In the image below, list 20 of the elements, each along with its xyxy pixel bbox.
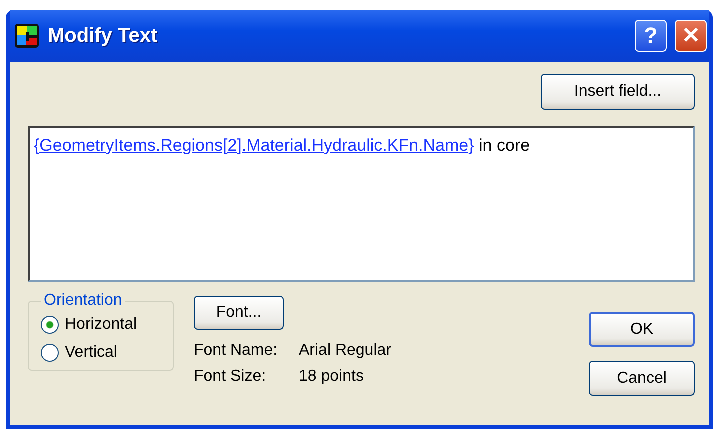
window-title: Modify Text [48, 24, 158, 48]
radio-option[interactable]: Vertical [41, 344, 161, 362]
info-label: Font Size: [194, 368, 268, 386]
help-button[interactable]: ? [635, 20, 667, 52]
info-value: 18 points [299, 368, 364, 386]
group-title: Orientation [43, 292, 124, 310]
editor-text: in core [479, 136, 530, 155]
field-link[interactable]: {GeometryItems.Regions[2].Material.Hydraulic.KFn.Name} [34, 136, 474, 155]
radio-option[interactable]: Horizontal [41, 316, 161, 334]
app-icon [14, 23, 40, 49]
info-label: Font Name: [194, 342, 279, 360]
close-button[interactable]: ✕ [675, 20, 707, 52]
ok-button[interactable]: OK [589, 312, 695, 347]
info-value: Arial Regular [299, 342, 392, 360]
cancel-button[interactable]: Cancel [589, 361, 695, 396]
font-button[interactable]: Font... [194, 296, 284, 330]
radio-button[interactable] [41, 316, 59, 334]
insert-field-button[interactable]: Insert field... [541, 74, 695, 110]
radio-button[interactable] [41, 344, 59, 362]
text-editor[interactable]: {GeometryItems.Regions[2].Material.Hydraulic.KFn.Name} in core [28, 126, 695, 282]
